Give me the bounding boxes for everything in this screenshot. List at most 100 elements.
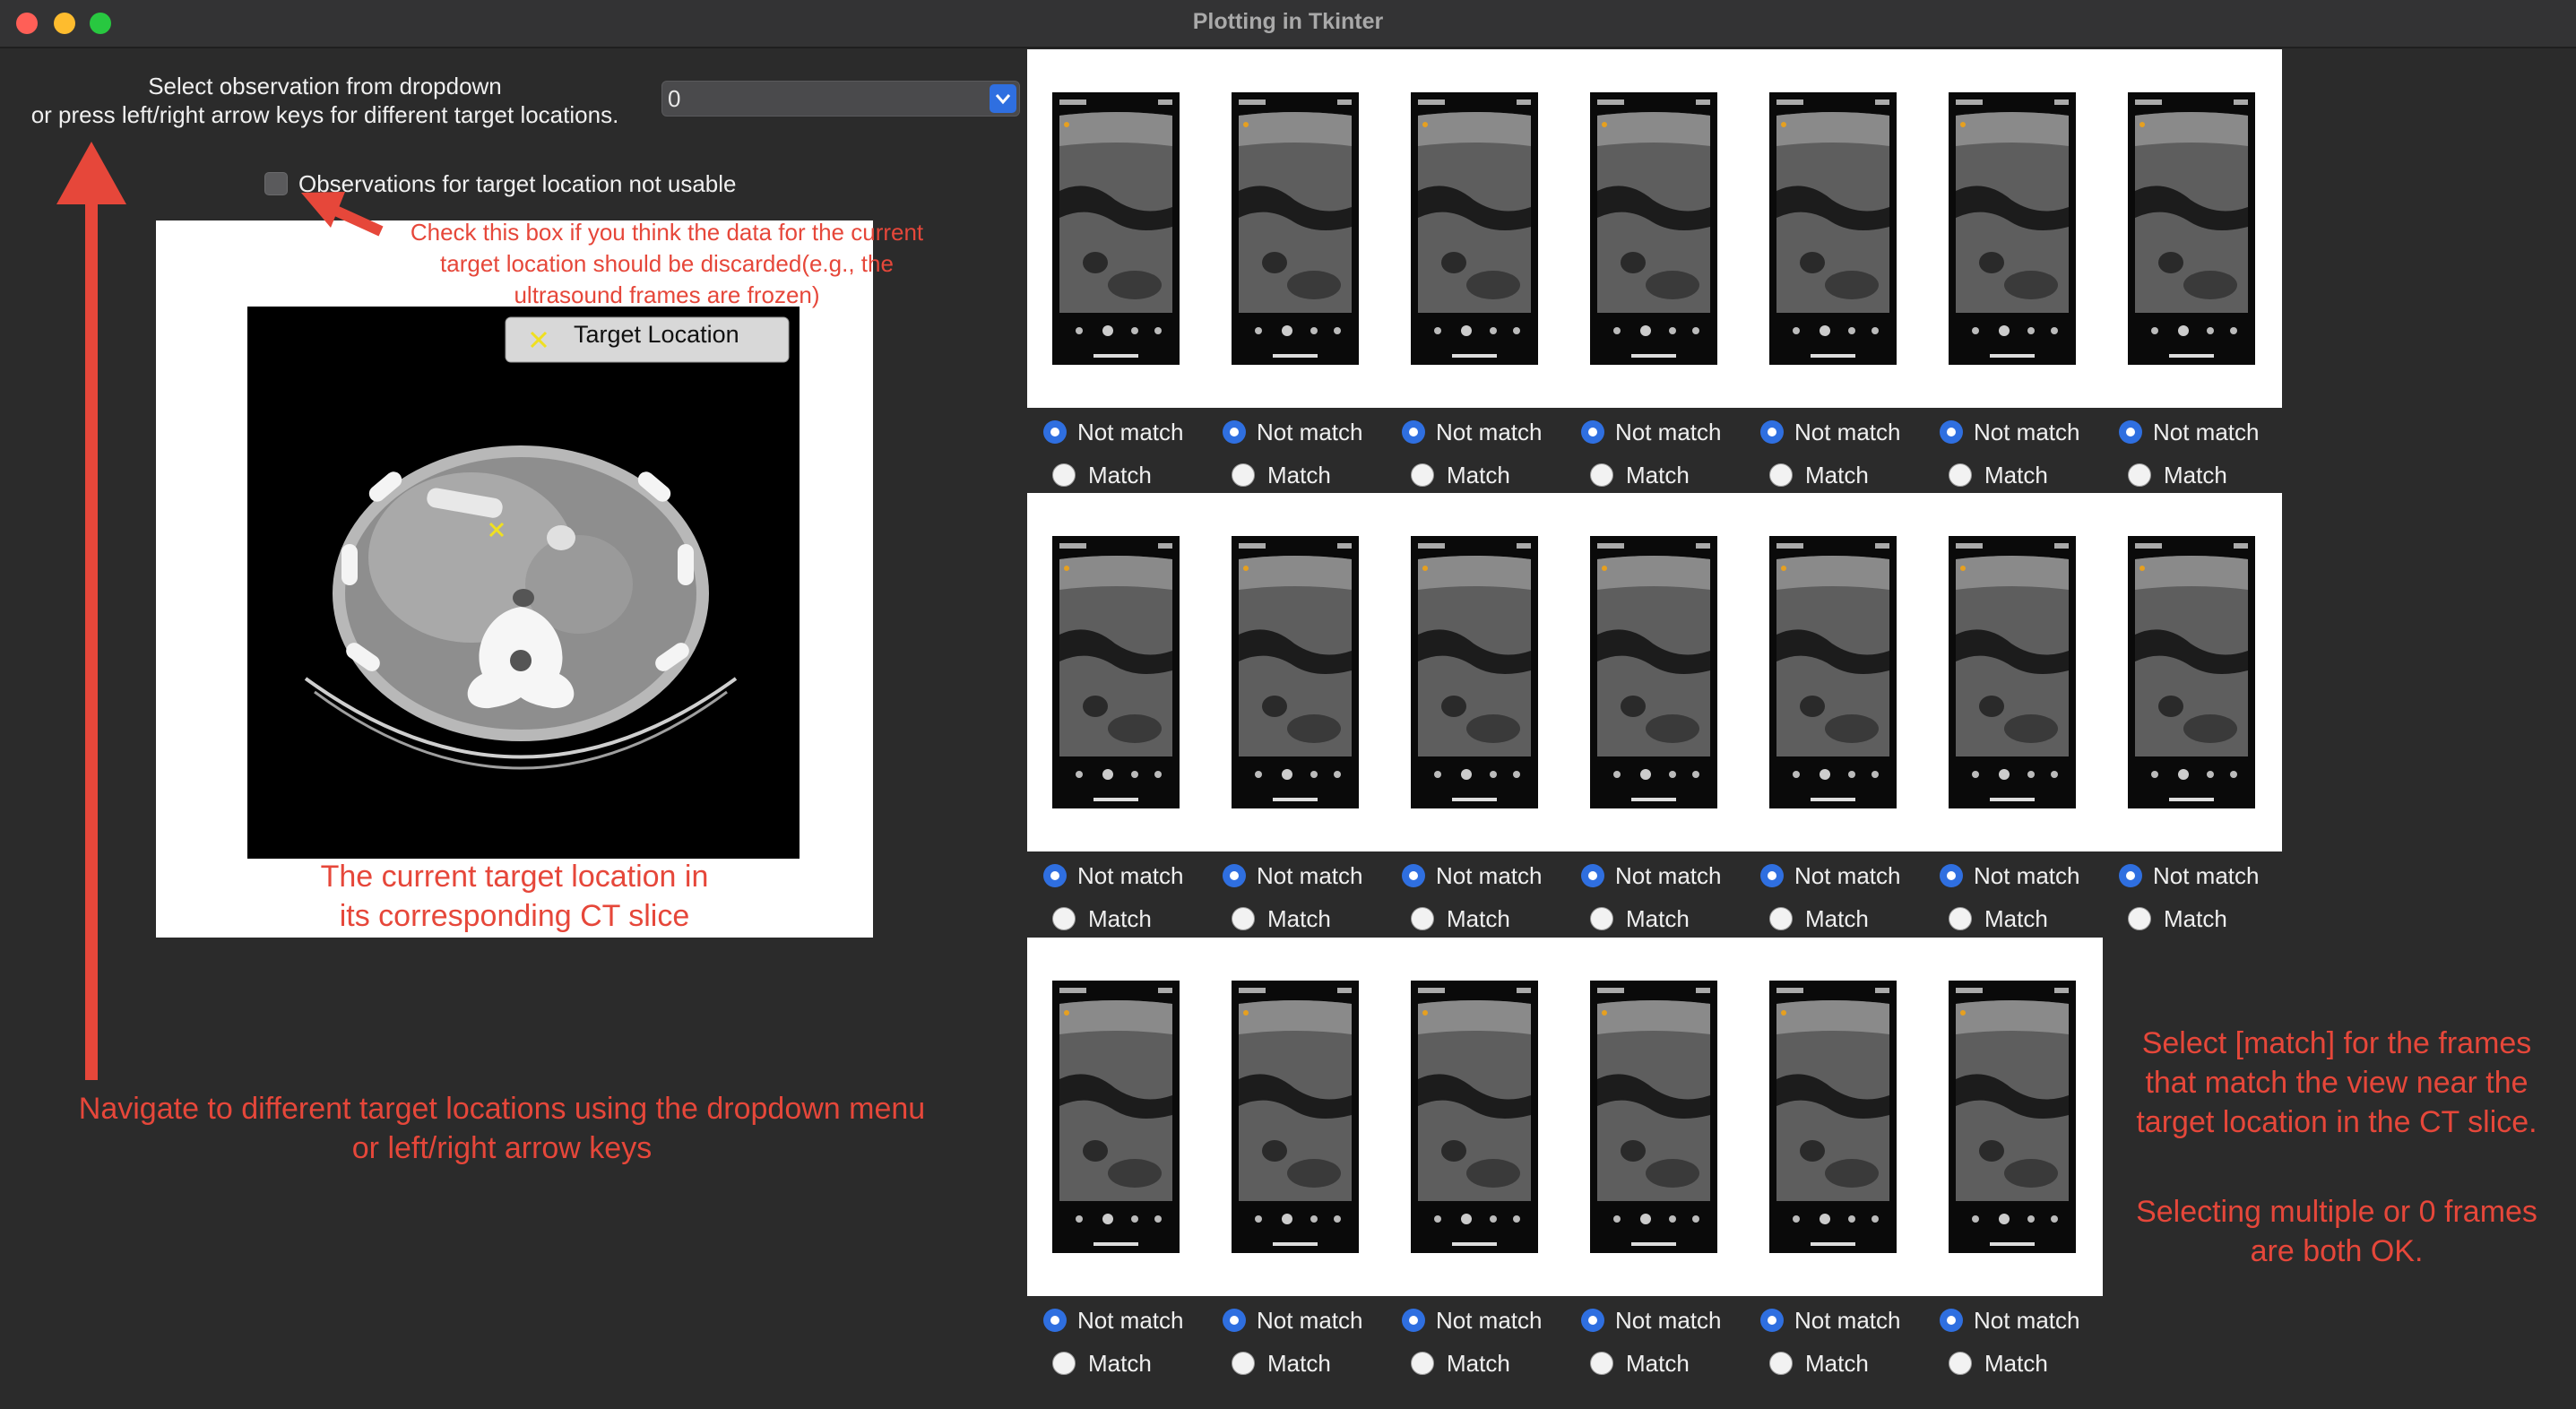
- match-radio[interactable]: [1590, 1352, 1613, 1375]
- ultrasound-frame: [1949, 981, 2076, 1253]
- observation-dropdown[interactable]: 0: [661, 81, 1020, 117]
- match-radio[interactable]: [1411, 907, 1434, 930]
- not-match-radio[interactable]: [1940, 420, 1963, 444]
- window-title: Plotting in Tkinter: [1192, 9, 1384, 34]
- match-radio-label: Match: [2164, 462, 2227, 488]
- not-match-radio[interactable]: [1223, 1309, 1246, 1332]
- frame-row-panel: [1027, 49, 2282, 408]
- not-match-radio[interactable]: [1760, 1309, 1784, 1332]
- not-match-radio[interactable]: [1402, 420, 1425, 444]
- match-radio[interactable]: [1232, 907, 1255, 930]
- not-match-radio-label: Not match: [1794, 1307, 1901, 1334]
- not-usable-checkbox-label: Observations for target location not usa…: [298, 170, 737, 197]
- match-radio[interactable]: [1590, 463, 1613, 487]
- ultrasound-frame: [1590, 92, 1717, 365]
- ct-figure-panel: Target Location: [156, 220, 873, 938]
- vertical-arrow-icon: [56, 142, 126, 1080]
- not-match-radio-label: Not match: [1077, 862, 1184, 889]
- not-match-radio[interactable]: [1940, 864, 1963, 887]
- not-match-radio[interactable]: [1043, 420, 1067, 444]
- multi-select-annotation-line1: Selecting multiple or 0 frames: [2136, 1195, 2537, 1229]
- not-match-radio-label: Not match: [1615, 862, 1722, 889]
- match-radio[interactable]: [1411, 463, 1434, 487]
- match-radio[interactable]: [1411, 1352, 1434, 1375]
- not-match-radio[interactable]: [1940, 1309, 1963, 1332]
- match-radio[interactable]: [1052, 907, 1076, 930]
- not-match-radio[interactable]: [1760, 420, 1784, 444]
- dropdown-label: Select observation from dropdown or pres…: [9, 72, 641, 129]
- match-radio-label: Match: [2164, 905, 2227, 932]
- checkbox-annotation-line1: Check this box if you think the data for…: [410, 219, 924, 246]
- ultrasound-frame: [1411, 92, 1538, 365]
- not-match-radio[interactable]: [1043, 1309, 1067, 1332]
- match-radio[interactable]: [1052, 1352, 1076, 1375]
- match-radio-label: Match: [1984, 1350, 2048, 1377]
- match-radio-label: Match: [1267, 1350, 1331, 1377]
- match-radio-label: Match: [1626, 1350, 1690, 1377]
- ct-caption-line1: The current target location in: [320, 860, 709, 894]
- match-radio[interactable]: [1769, 907, 1793, 930]
- match-radio[interactable]: [1232, 463, 1255, 487]
- not-match-radio[interactable]: [1043, 864, 1067, 887]
- not-match-radio-label: Not match: [1794, 419, 1901, 445]
- match-radio[interactable]: [1949, 1352, 1972, 1375]
- not-match-radio[interactable]: [1760, 864, 1784, 887]
- match-radio-label: Match: [1447, 1350, 1510, 1377]
- not-match-radio[interactable]: [1581, 864, 1604, 887]
- not-match-radio[interactable]: [1402, 864, 1425, 887]
- match-radio[interactable]: [1769, 1352, 1793, 1375]
- match-radio-label: Match: [1984, 462, 2048, 488]
- not-match-radio[interactable]: [1581, 420, 1604, 444]
- checkbox-annotation: Check this box if you think the data for…: [362, 217, 972, 311]
- match-radio-label: Match: [1088, 462, 1152, 488]
- frame-row-panel: [1027, 938, 2103, 1296]
- match-radio-label: Match: [1447, 462, 1510, 488]
- ultrasound-frame: [1949, 536, 2076, 808]
- match-radio-label: Match: [1805, 1350, 1869, 1377]
- match-radio[interactable]: [2128, 463, 2151, 487]
- match-radio[interactable]: [1052, 463, 1076, 487]
- checkbox-annotation-line2: target location should be discarded(e.g.…: [440, 250, 894, 277]
- dropdown-label-line2: or press left/right arrow keys for diffe…: [30, 101, 619, 128]
- checkbox-annotation-line3: ultrasound frames are frozen): [514, 281, 820, 308]
- frame-row-panel: [1027, 493, 2282, 851]
- navigate-annotation-line2: or left/right arrow keys: [351, 1131, 653, 1165]
- dropdown-value: 0: [668, 85, 681, 112]
- match-radio[interactable]: [1590, 907, 1613, 930]
- match-annotation: Select [match] for the frames that match…: [2097, 1024, 2576, 1142]
- not-match-radio[interactable]: [1402, 1309, 1425, 1332]
- match-radio-label: Match: [1805, 905, 1869, 932]
- not-match-radio[interactable]: [1223, 420, 1246, 444]
- match-radio[interactable]: [1949, 907, 1972, 930]
- multi-select-annotation: Selecting multiple or 0 frames are both …: [2097, 1192, 2576, 1271]
- not-match-radio-label: Not match: [1436, 862, 1543, 889]
- ultrasound-frame: [1769, 92, 1897, 365]
- not-match-radio[interactable]: [2119, 420, 2142, 444]
- ultrasound-frame: [1232, 92, 1359, 365]
- not-match-radio-label: Not match: [1077, 419, 1184, 445]
- match-annotation-line2: that match the view near the: [2145, 1066, 2528, 1100]
- not-match-radio[interactable]: [2119, 864, 2142, 887]
- legend-label: Target Location: [574, 321, 739, 348]
- match-radio-label: Match: [1267, 905, 1331, 932]
- not-match-radio[interactable]: [1581, 1309, 1604, 1332]
- chevron-down-icon[interactable]: [990, 84, 1016, 113]
- match-radio[interactable]: [2128, 907, 2151, 930]
- ultrasound-frame: [1052, 92, 1180, 365]
- match-radio[interactable]: [1949, 463, 1972, 487]
- match-radio[interactable]: [1232, 1352, 1255, 1375]
- not-match-radio-label: Not match: [1974, 419, 2080, 445]
- not-match-radio[interactable]: [1223, 864, 1246, 887]
- match-radio-label: Match: [1447, 905, 1510, 932]
- ultrasound-frame: [1769, 981, 1897, 1253]
- not-match-radio-label: Not match: [1615, 1307, 1722, 1334]
- ultrasound-frame: [2128, 536, 2255, 808]
- ultrasound-frame: [1052, 981, 1180, 1253]
- match-radio[interactable]: [1769, 463, 1793, 487]
- ct-slice-image: [247, 307, 800, 859]
- match-annotation-line3: target location in the CT slice.: [2136, 1105, 2537, 1139]
- dropdown-label-line1: Select observation from dropdown: [148, 73, 502, 99]
- ultrasound-frame: [1232, 536, 1359, 808]
- ultrasound-frame: [1590, 981, 1717, 1253]
- not-usable-checkbox[interactable]: [264, 172, 288, 195]
